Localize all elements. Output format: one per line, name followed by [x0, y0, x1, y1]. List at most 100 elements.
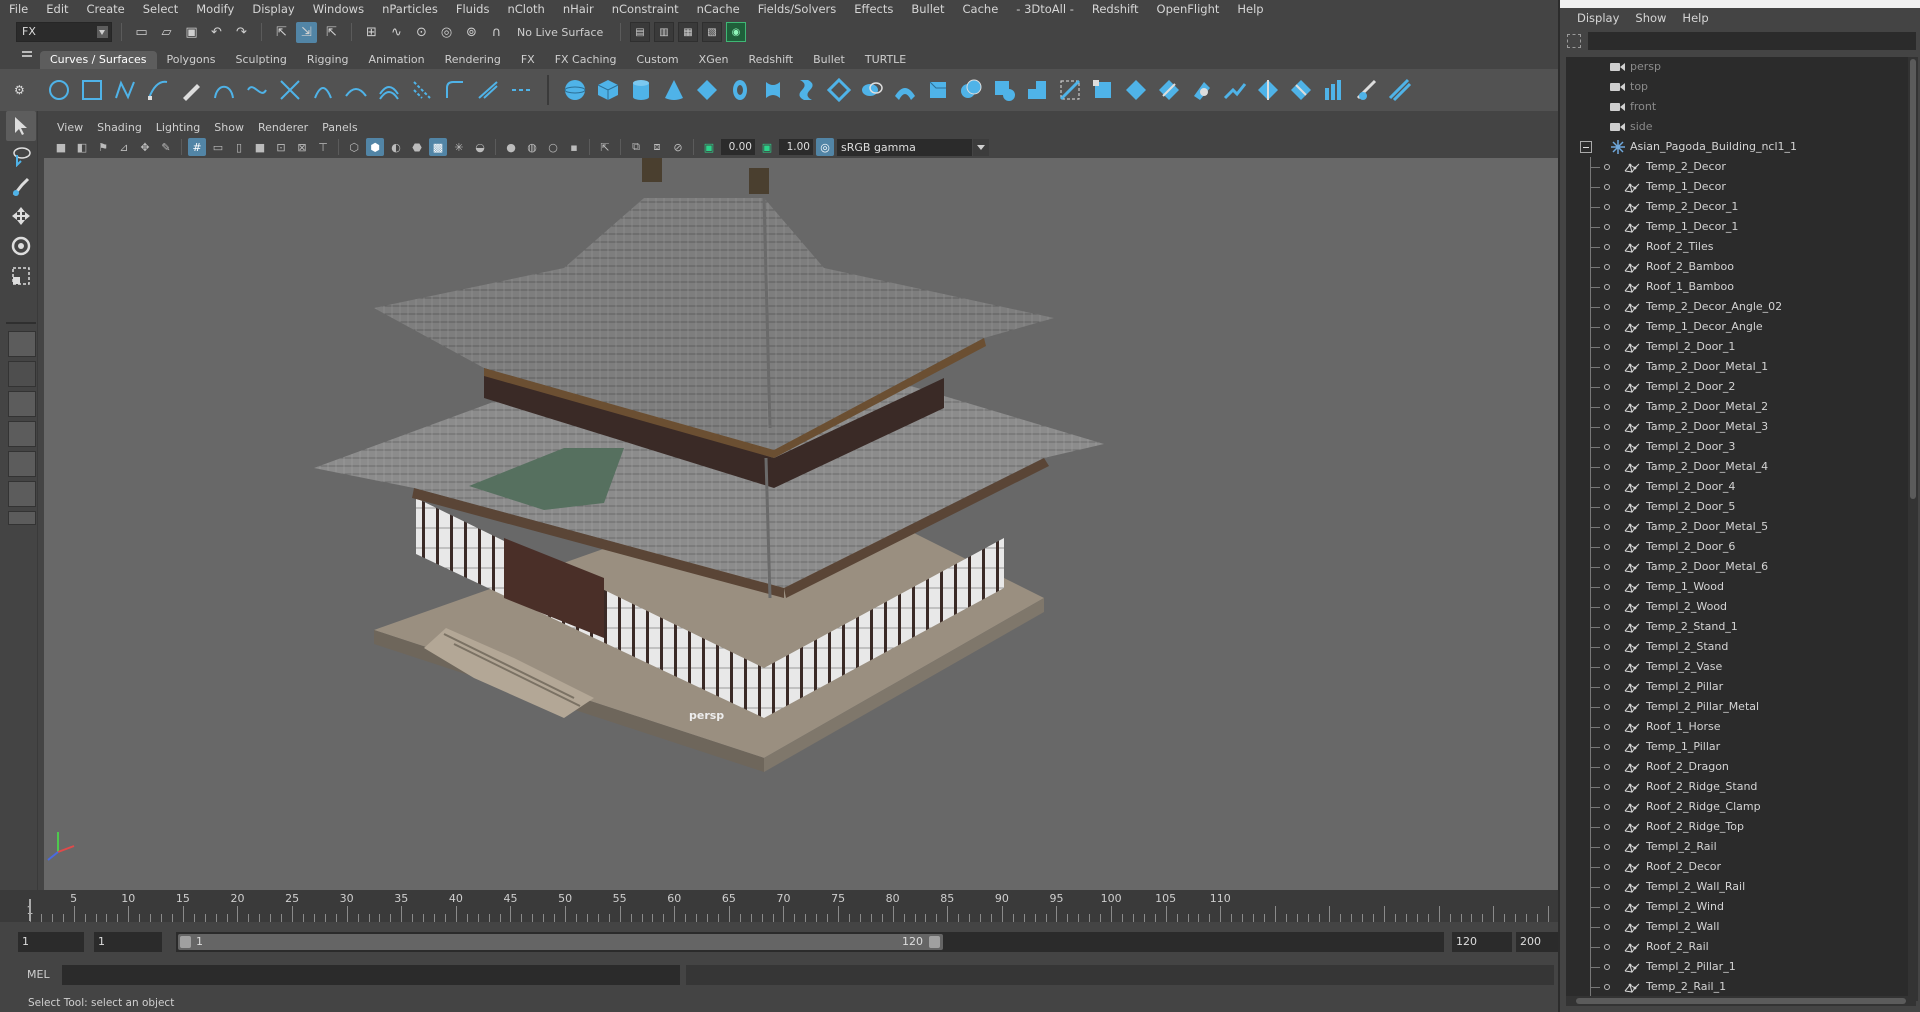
- select-hierarchy-icon[interactable]: ⇱: [271, 22, 292, 43]
- command-input[interactable]: [62, 965, 680, 985]
- outliner-mesh-row[interactable]: Temp_2_Decor: [1566, 157, 1908, 177]
- shelf-tab[interactable]: FX: [511, 51, 545, 69]
- motion-blur-icon[interactable]: ◍: [523, 138, 541, 156]
- expand-dot-icon[interactable]: [1604, 384, 1610, 390]
- nurbs-cube-icon[interactable]: [595, 77, 621, 103]
- sculpt-surface-icon[interactable]: [1354, 77, 1380, 103]
- rotate-tool-icon[interactable]: [6, 231, 36, 261]
- gamma-icon[interactable]: ▣: [758, 138, 776, 156]
- menu-item[interactable]: Modify: [187, 0, 243, 18]
- outliner-mesh-row[interactable]: Temp_1_Decor_1: [1566, 217, 1908, 237]
- save-scene-icon[interactable]: ▣: [181, 22, 202, 43]
- expand-dot-icon[interactable]: [1604, 964, 1610, 970]
- menu-item[interactable]: Redshift: [1083, 0, 1148, 18]
- expand-dot-icon[interactable]: [1604, 624, 1610, 630]
- cv-curve-icon[interactable]: [112, 77, 138, 103]
- outliner-group-row[interactable]: Asian_Pagoda_Building_ncl1_1: [1566, 137, 1908, 157]
- custom-layout-icon[interactable]: [8, 511, 36, 525]
- expand-dot-icon[interactable]: [1604, 744, 1610, 750]
- fillet-curve-icon[interactable]: [442, 77, 468, 103]
- expand-dot-icon[interactable]: [1604, 304, 1610, 310]
- color-management-icon[interactable]: ◎: [816, 138, 834, 156]
- expand-dot-icon[interactable]: [1604, 564, 1610, 570]
- surface-editing-icon[interactable]: [1387, 77, 1413, 103]
- chevron-down-icon[interactable]: [973, 138, 989, 156]
- new-scene-icon[interactable]: ▭: [131, 22, 152, 43]
- expand-dot-icon[interactable]: [1604, 864, 1610, 870]
- persp-nodeeditor-layout-icon[interactable]: [8, 481, 36, 507]
- use-all-lights-icon[interactable]: ✳: [450, 138, 468, 156]
- resolution-gate-icon[interactable]: ▯: [230, 138, 248, 156]
- outliner-camera-row[interactable]: top: [1566, 77, 1908, 97]
- outliner-mesh-row[interactable]: Templ_2_Rail: [1566, 837, 1908, 857]
- outliner-mesh-row[interactable]: Tamp_2_Door_Metal_4: [1566, 457, 1908, 477]
- expand-dot-icon[interactable]: [1604, 324, 1610, 330]
- depth-of-field-icon[interactable]: ▪: [565, 138, 583, 156]
- snap-live-icon[interactable]: ⊚: [461, 22, 482, 43]
- boolean-difference-icon[interactable]: [991, 77, 1017, 103]
- offset-curve-icon[interactable]: [376, 77, 402, 103]
- expand-dot-icon[interactable]: [1604, 524, 1610, 530]
- expand-dot-icon[interactable]: [1604, 224, 1610, 230]
- expand-dot-icon[interactable]: [1604, 364, 1610, 370]
- boolean-intersect-icon[interactable]: [1024, 77, 1050, 103]
- persp-graph-layout-icon[interactable]: [8, 421, 36, 447]
- shelf-tab[interactable]: Animation: [359, 51, 435, 69]
- outliner-mesh-row[interactable]: Roof_2_Ridge_Clamp: [1566, 797, 1908, 817]
- outliner-mesh-row[interactable]: Templ_2_Pillar_1: [1566, 957, 1908, 977]
- anim-end-field[interactable]: 200: [1516, 932, 1558, 952]
- undo-icon[interactable]: ↶: [206, 22, 227, 43]
- menu-item[interactable]: Create: [78, 0, 134, 18]
- expand-dot-icon[interactable]: [1604, 784, 1610, 790]
- paint-select-tool-icon[interactable]: [6, 171, 36, 201]
- outliner-mesh-row[interactable]: Tamp_2_Door_Metal_3: [1566, 417, 1908, 437]
- lasso-tool-icon[interactable]: [6, 141, 36, 171]
- nurbs-torus-icon[interactable]: [727, 77, 753, 103]
- expand-dot-icon[interactable]: [1604, 724, 1610, 730]
- menu-item[interactable]: Cache: [954, 0, 1008, 18]
- outliner-mesh-row[interactable]: Temp_1_Wood: [1566, 577, 1908, 597]
- safe-title-icon[interactable]: ⊤: [314, 138, 332, 156]
- rebuild-curve-icon[interactable]: [409, 77, 435, 103]
- birail-icon[interactable]: [892, 77, 918, 103]
- expand-dot-icon[interactable]: [1604, 284, 1610, 290]
- bezier-curve-icon[interactable]: [244, 77, 270, 103]
- shelf-tab[interactable]: Rendering: [435, 51, 511, 69]
- outliner-menu-item[interactable]: Help: [1674, 11, 1716, 25]
- shelf-tab[interactable]: Custom: [627, 51, 689, 69]
- four-view-layout-icon[interactable]: [8, 361, 36, 387]
- attach-curve-icon[interactable]: [475, 77, 501, 103]
- outliner-vertical-scrollbar[interactable]: [1908, 57, 1918, 1001]
- stitch-edges-icon[interactable]: [1123, 77, 1149, 103]
- persp-outliner-layout-icon[interactable]: [8, 391, 36, 417]
- shelf-menu-icon[interactable]: [22, 51, 32, 53]
- outliner-mesh-row[interactable]: Roof_2_Rail: [1566, 937, 1908, 957]
- outliner-mesh-row[interactable]: Roof_2_Ridge_Stand: [1566, 777, 1908, 797]
- start-time-field[interactable]: 1: [18, 932, 84, 952]
- expand-dot-icon[interactable]: [1604, 444, 1610, 450]
- snap-view-plane-icon[interactable]: ◎: [436, 22, 457, 43]
- outliner-camera-row[interactable]: front: [1566, 97, 1908, 117]
- range-slider[interactable]: 1 120: [176, 932, 1444, 952]
- menu-item[interactable]: nHair: [554, 0, 603, 18]
- expand-dot-icon[interactable]: [1604, 504, 1610, 510]
- range-slider-handle[interactable]: 1 120: [178, 934, 943, 950]
- panel-menu-item[interactable]: Panels: [315, 121, 364, 134]
- outliner-mesh-row[interactable]: Temp_2_Rail_1: [1566, 977, 1908, 997]
- menu-item[interactable]: nConstraint: [603, 0, 688, 18]
- outliner-filter-icon[interactable]: [1567, 34, 1581, 48]
- expand-dot-icon[interactable]: [1604, 844, 1610, 850]
- shelf-tab[interactable]: Polygons: [157, 51, 226, 69]
- outliner-camera-row[interactable]: side: [1566, 117, 1908, 137]
- menu-item[interactable]: Bullet: [902, 0, 953, 18]
- extrude-icon[interactable]: [859, 77, 885, 103]
- persp-hypershade-layout-icon[interactable]: [8, 451, 36, 477]
- render-view-icon[interactable]: ▤: [630, 22, 650, 42]
- expand-dot-icon[interactable]: [1604, 544, 1610, 550]
- menu-item[interactable]: Edit: [37, 0, 77, 18]
- outliner-mesh-row[interactable]: Temp_1_Pillar: [1566, 737, 1908, 757]
- revolve-icon[interactable]: [760, 77, 786, 103]
- ep-curve-icon[interactable]: [145, 77, 171, 103]
- outliner-mesh-row[interactable]: Temp_2_Stand_1: [1566, 617, 1908, 637]
- xray-joints-icon[interactable]: ⊘: [669, 138, 687, 156]
